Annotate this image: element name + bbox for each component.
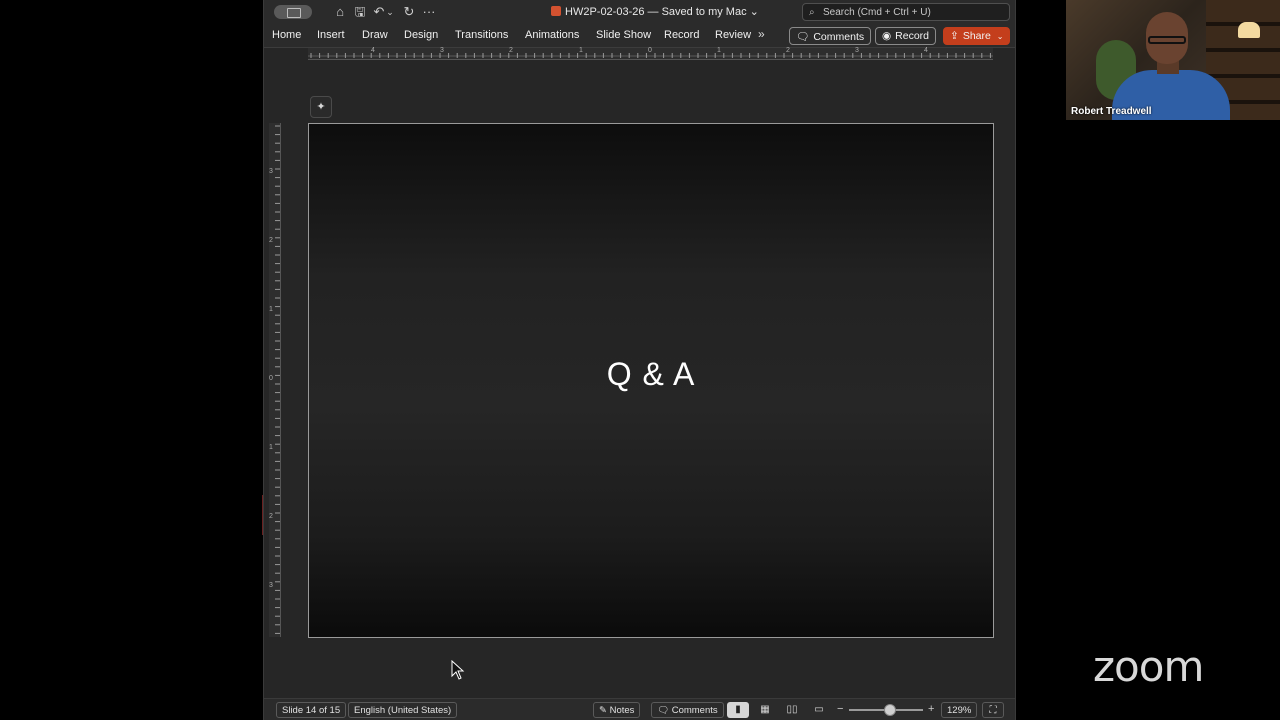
ruler-label: 3 (269, 582, 273, 589)
participant-name: Robert Treadwell (1071, 106, 1152, 117)
slide-title[interactable]: Q & A (309, 356, 993, 393)
ruler-label: 1 (269, 444, 273, 451)
search-input[interactable]: ⌕ Search (Cmd + Ctrl + U) (802, 3, 1010, 21)
ruler-label: 4 (371, 47, 375, 54)
comment-icon: 🗨 (657, 705, 672, 716)
ruler-label: 3 (440, 47, 444, 54)
ruler-label: 1 (579, 47, 583, 54)
mouse-pointer-icon (451, 660, 465, 680)
ruler-label: 3 (855, 47, 859, 54)
horizontal-ruler: 4 3 2 1 0 1 2 3 4 (308, 47, 993, 60)
chevron-down-icon: ⌄ (996, 32, 1004, 41)
tab-review[interactable]: Review (715, 29, 751, 41)
search-icon: ⌕ (809, 7, 815, 18)
normal-view-button[interactable]: ▮ (727, 702, 749, 718)
zoom-in-button[interactable]: + (928, 703, 934, 715)
reading-view-button[interactable]: ▯▯ (781, 702, 803, 718)
ruler-label: 2 (269, 513, 273, 520)
sidebar-toggle-button[interactable] (274, 5, 312, 19)
comments-status-label: Comments (671, 705, 718, 716)
ruler-label: 0 (648, 47, 652, 54)
participant-glasses (1148, 36, 1186, 44)
record-button-label: Record (895, 30, 930, 42)
status-bar: Slide 14 of 15 English (United States) ✎… (264, 698, 1015, 720)
powerpoint-file-icon (551, 6, 561, 16)
comments-button[interactable]: 🗨 Comments (789, 27, 872, 45)
record-icon: ◉ (882, 30, 892, 42)
ruler-label: 4 (924, 47, 928, 54)
save-icon[interactable]: 🖫 (352, 4, 368, 20)
tab-insert[interactable]: Insert (317, 29, 345, 41)
comment-icon: 🗨 (796, 31, 810, 43)
language-indicator[interactable]: English (United States) (348, 702, 458, 718)
fit-to-window-icon[interactable]: ⛶ (982, 702, 1004, 718)
share-button-label: Share (962, 30, 991, 42)
ruler-label: 3 (269, 168, 273, 175)
search-placeholder: Search (Cmd + Ctrl + U) (823, 7, 931, 18)
notes-button[interactable]: ✎ Notes (593, 702, 641, 718)
zoom-level[interactable]: 129% (941, 702, 978, 718)
zoom-logo: zoom (1093, 642, 1204, 691)
document-title[interactable]: HW2P-02-03-26 — Saved to my Mac ⌄ (551, 5, 759, 18)
powerpoint-window: ⌂ 🖫 ↶ ⌄ ↻ ··· HW2P-02-03-26 — Saved to m… (263, 0, 1016, 720)
chevron-down-icon: ⌄ (749, 6, 759, 18)
tab-slide-show[interactable]: Slide Show (596, 29, 651, 41)
record-button[interactable]: ◉ Record (875, 27, 937, 45)
slide-sorter-view-button[interactable]: ▦ (754, 702, 776, 718)
title-bar: ⌂ 🖫 ↶ ⌄ ↻ ··· HW2P-02-03-26 — Saved to m… (264, 0, 1015, 24)
ruler-label: 0 (269, 375, 273, 382)
presenter-view-button[interactable]: ▭ (808, 702, 830, 718)
tab-draw[interactable]: Draw (362, 29, 388, 41)
participant-video[interactable]: Robert Treadwell (1066, 0, 1280, 120)
undo-menu-chevron-icon[interactable]: ⌄ (385, 4, 395, 20)
tab-design[interactable]: Design (404, 29, 438, 41)
ruler-label: 2 (269, 237, 273, 244)
tab-record[interactable]: Record (664, 29, 699, 41)
more-commands-icon[interactable]: ··· (421, 4, 437, 20)
comments-button-label: Comments (813, 31, 865, 43)
ribbon-tab-bar: Home Insert Draw Design Transitions Anim… (264, 24, 1015, 48)
share-button[interactable]: ⇪ Share ⌄ (943, 27, 1011, 45)
ruler-label: 2 (509, 47, 513, 54)
slide-canvas[interactable]: Q & A (308, 123, 994, 638)
slide-indicator[interactable]: Slide 14 of 15 (276, 702, 347, 718)
tab-transitions[interactable]: Transitions (455, 29, 508, 41)
share-icon: ⇪ (950, 30, 959, 42)
comments-status-button[interactable]: 🗨 Comments (651, 702, 724, 718)
designer-magic-icon[interactable]: ✦ (310, 96, 332, 118)
tab-animations[interactable]: Animations (525, 29, 579, 41)
more-tabs-icon[interactable]: » (758, 27, 765, 41)
ruler-label: 1 (269, 306, 273, 313)
ruler-label: 1 (717, 47, 721, 54)
notes-icon: ✎ (599, 705, 610, 716)
tab-home[interactable]: Home (272, 29, 301, 41)
home-icon[interactable]: ⌂ (332, 4, 348, 20)
notes-button-label: Notes (609, 705, 635, 716)
zoom-slider-thumb[interactable] (883, 704, 896, 716)
vertical-ruler: 3 2 1 0 1 2 3 (269, 123, 281, 637)
ruler-label: 2 (786, 47, 790, 54)
lamp-background (1238, 22, 1260, 38)
document-title-text: HW2P-02-03-26 — Saved to my Mac (565, 6, 747, 18)
zoom-out-button[interactable]: − (837, 703, 843, 715)
redo-icon[interactable]: ↻ (401, 4, 417, 20)
